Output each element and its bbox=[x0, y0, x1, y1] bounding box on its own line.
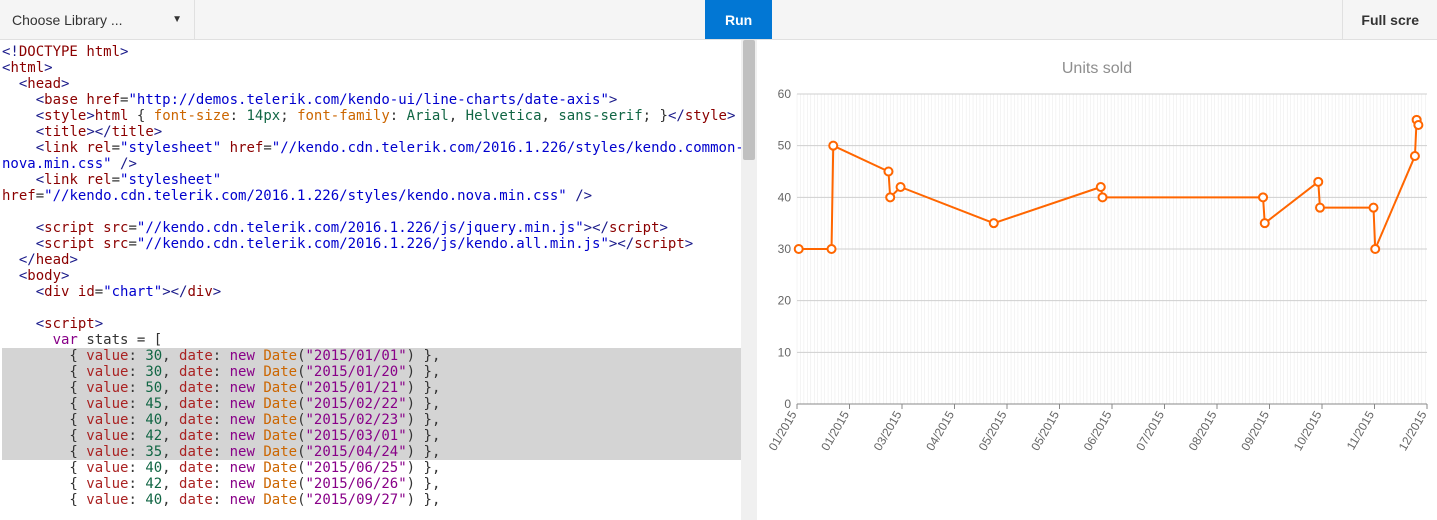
svg-text:01/2015: 01/2015 bbox=[766, 408, 800, 453]
code-editor[interactable]: <!DOCTYPE html> <html> <head> <base href… bbox=[0, 40, 757, 520]
svg-text:60: 60 bbox=[778, 87, 792, 101]
svg-text:05/2015: 05/2015 bbox=[1028, 408, 1062, 453]
svg-text:07/2015: 07/2015 bbox=[1133, 408, 1167, 453]
code-content: <!DOCTYPE html> <html> <head> <base href… bbox=[0, 40, 757, 512]
library-dropdown[interactable]: Choose Library ... ▼ bbox=[0, 0, 195, 39]
svg-text:01/2015: 01/2015 bbox=[818, 408, 852, 453]
chart-title: Units sold bbox=[757, 60, 1437, 78]
toolbar-spacer-right bbox=[772, 0, 1342, 39]
svg-text:06/2015: 06/2015 bbox=[1081, 408, 1115, 453]
run-button[interactable]: Run bbox=[705, 0, 772, 39]
svg-text:05/2015: 05/2015 bbox=[976, 408, 1010, 453]
svg-text:08/2015: 08/2015 bbox=[1186, 408, 1220, 453]
chart: 010203040506001/201501/201503/201504/201… bbox=[757, 84, 1437, 517]
scrollbar-thumb[interactable] bbox=[743, 40, 755, 160]
toolbar-spacer-left bbox=[195, 0, 705, 39]
svg-text:04/2015: 04/2015 bbox=[923, 408, 957, 453]
svg-text:03/2015: 03/2015 bbox=[871, 408, 905, 453]
svg-text:20: 20 bbox=[778, 294, 792, 308]
svg-text:10/2015: 10/2015 bbox=[1291, 408, 1325, 453]
svg-text:50: 50 bbox=[778, 139, 792, 153]
chart-svg: 010203040506001/201501/201503/201504/201… bbox=[757, 84, 1437, 514]
preview-pane: Units sold 010203040506001/201501/201503… bbox=[757, 40, 1437, 520]
chevron-down-icon: ▼ bbox=[172, 14, 182, 25]
library-dropdown-label: Choose Library ... bbox=[12, 12, 123, 28]
svg-text:40: 40 bbox=[778, 190, 792, 204]
svg-text:12/2015: 12/2015 bbox=[1396, 408, 1430, 453]
svg-text:11/2015: 11/2015 bbox=[1344, 408, 1378, 452]
svg-text:10: 10 bbox=[778, 345, 792, 359]
fullscreen-button[interactable]: Full scre bbox=[1342, 0, 1437, 39]
main-area: <!DOCTYPE html> <html> <head> <base href… bbox=[0, 40, 1437, 520]
toolbar: Choose Library ... ▼ Run Full scre bbox=[0, 0, 1437, 40]
svg-text:30: 30 bbox=[778, 242, 792, 256]
editor-scrollbar[interactable] bbox=[741, 40, 757, 520]
svg-text:09/2015: 09/2015 bbox=[1238, 408, 1272, 453]
